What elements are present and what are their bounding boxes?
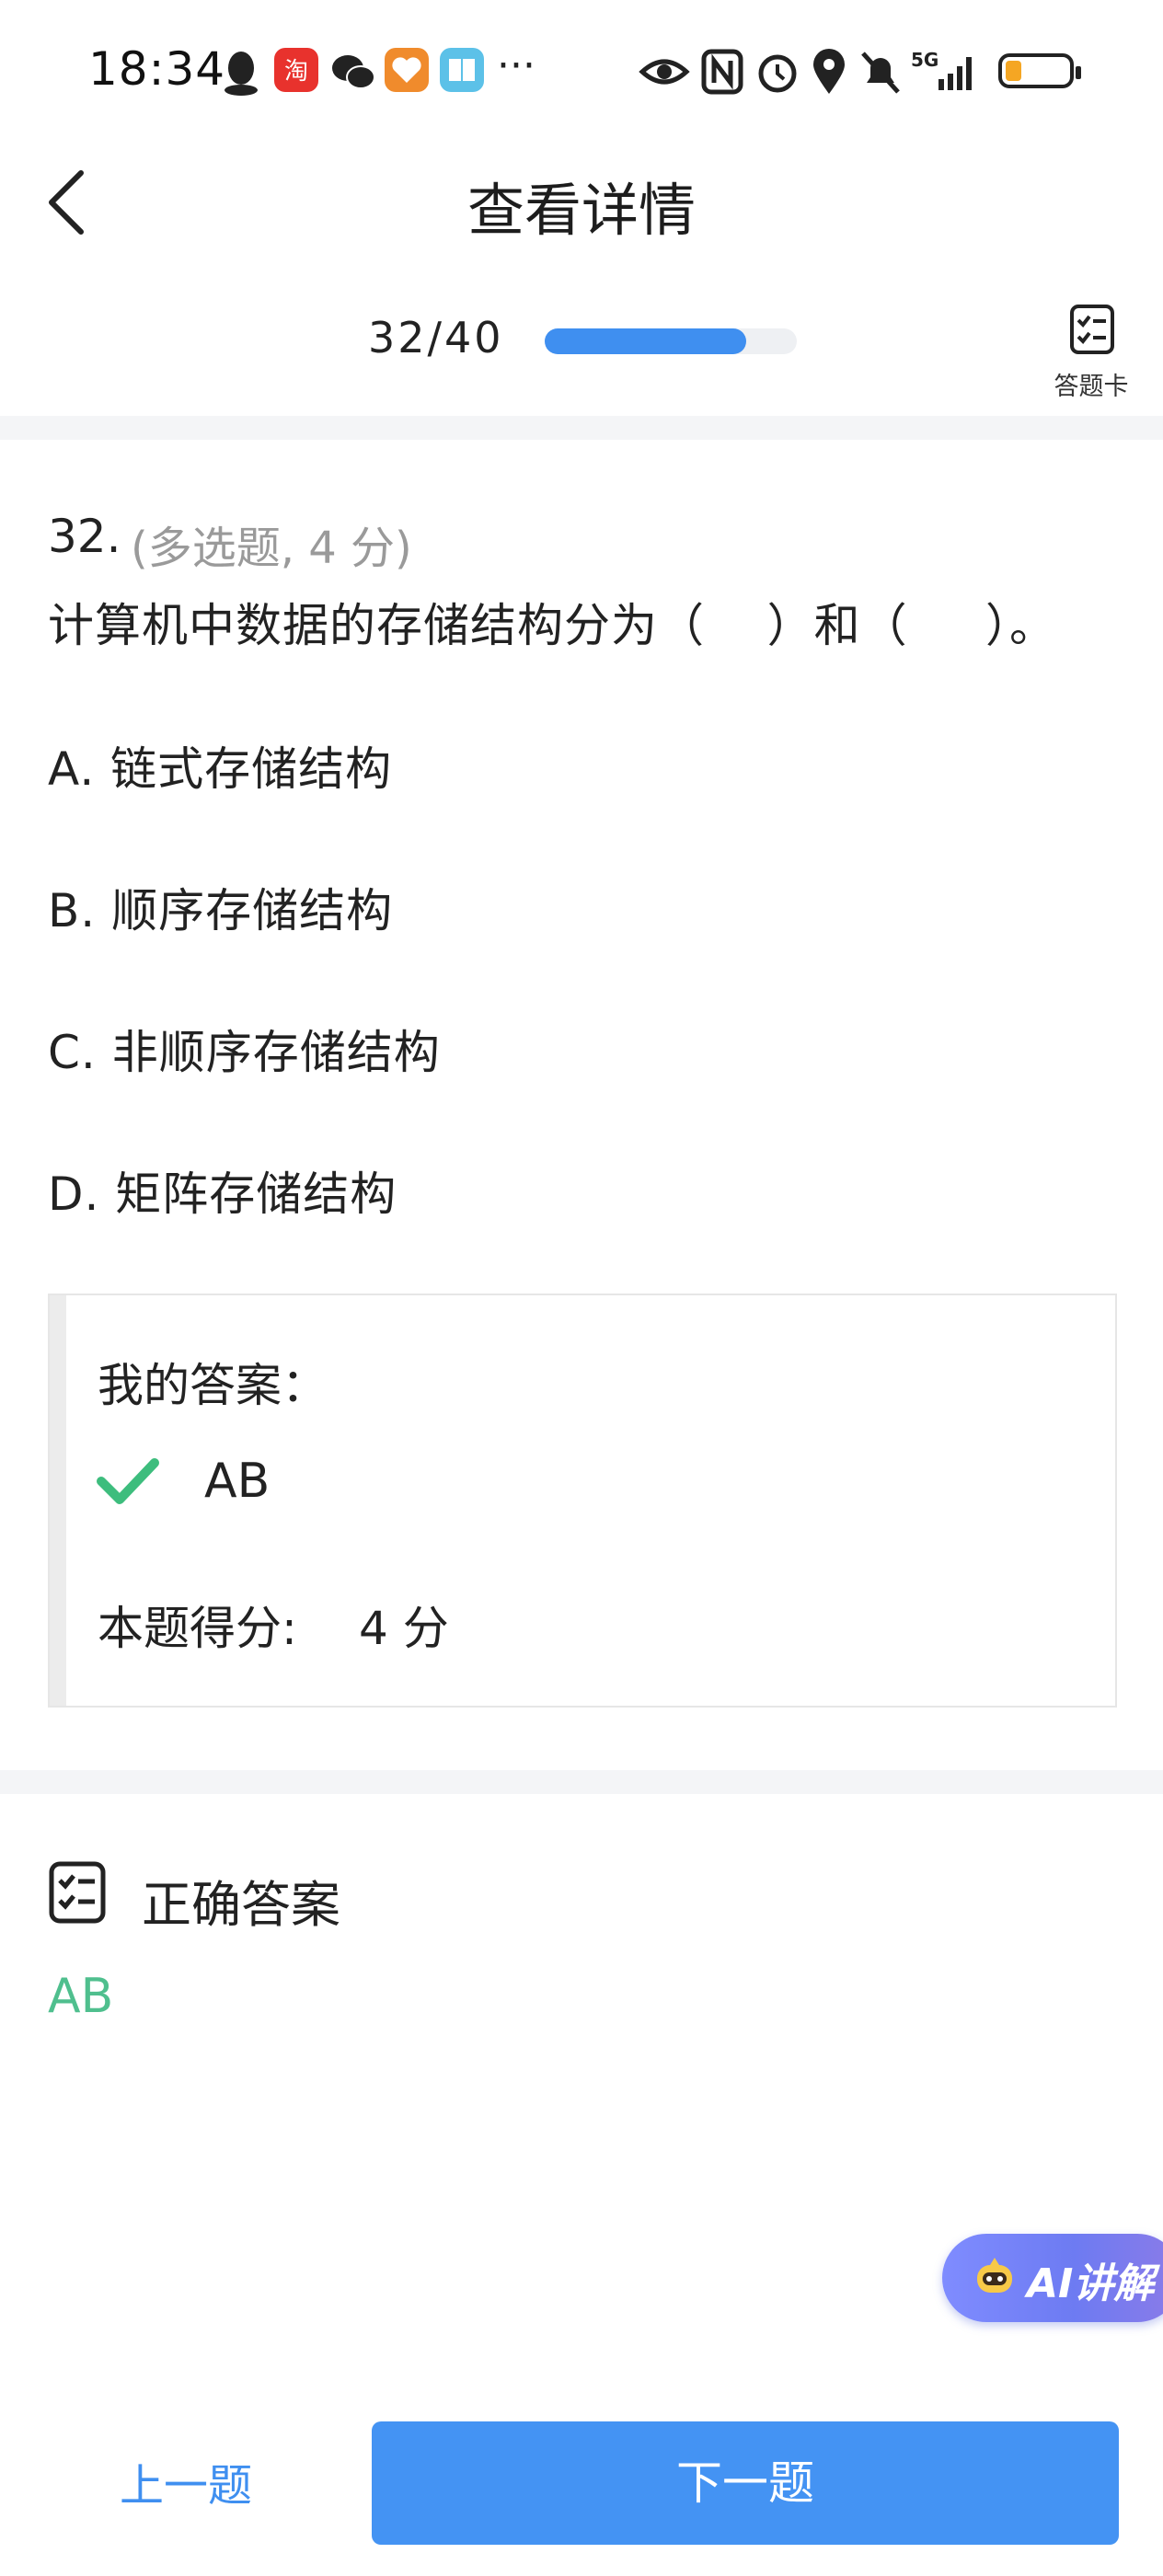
nfc-icon <box>701 49 743 95</box>
answer-card-label: 答题卡 <box>1054 373 1129 401</box>
signal-5g-icon: 5G <box>911 49 972 90</box>
correct-answer-checklist-icon <box>49 1861 106 1924</box>
option-d[interactable]: D. 矩阵存储结构 <box>48 1157 397 1224</box>
more-notifications: ··· <box>497 42 535 89</box>
battery-icon <box>998 53 1081 88</box>
ai-explain-button[interactable]: AI讲解 <box>942 2234 1163 2322</box>
option-b[interactable]: B. 顺序存储结构 <box>48 874 393 940</box>
battery-level <box>1006 61 1021 81</box>
next-question-button[interactable]: 下一题 <box>372 2421 1119 2545</box>
score-value: 4 分 <box>359 1602 449 1655</box>
correct-answer-value: AB <box>48 1969 114 2024</box>
question-progress-text: 32/40 <box>368 313 504 362</box>
mute-bell-icon <box>861 52 900 94</box>
alarm-icon <box>758 54 797 93</box>
my-answer-value: AB <box>204 1454 271 1509</box>
option-a[interactable]: A. 链式存储结构 <box>48 732 392 799</box>
qq-icon <box>225 52 258 96</box>
option-c[interactable]: C. 非顺序存储结构 <box>48 1016 441 1082</box>
location-icon <box>813 49 845 94</box>
status-bar: 18:34 淘 ··· 5G <box>0 0 1163 138</box>
previous-question-button[interactable]: 上一题 <box>48 2423 324 2548</box>
question-number: 32. <box>48 510 121 563</box>
checklist-icon <box>1070 305 1114 354</box>
svg-text:淘: 淘 <box>284 58 308 86</box>
check-icon <box>97 1458 159 1504</box>
status-time: 18:34 <box>88 42 226 96</box>
my-answer-label: 我的答案： <box>98 1359 328 1412</box>
section-divider <box>0 416 1163 440</box>
score-label: 本题得分: <box>98 1602 297 1655</box>
eye-icon <box>639 59 690 85</box>
ai-robot-icon <box>977 2258 1012 2293</box>
section-divider-2 <box>0 1770 1163 1794</box>
answer-card-button[interactable]: 答题卡 <box>1045 300 1137 401</box>
svg-text:5G: 5G <box>911 49 938 71</box>
wechat-icon <box>332 55 375 89</box>
taobao-app-icon: 淘 <box>274 48 318 92</box>
correct-answer-title: 正确答案 <box>142 1876 340 1934</box>
question-type-score: (多选题, 4 分) <box>131 523 412 574</box>
ai-explain-label: AI讲解 <box>1027 2260 1155 2307</box>
health-app-icon <box>385 48 429 92</box>
progress-fill <box>545 328 747 354</box>
progress-bar <box>545 328 797 354</box>
page-title: 查看详情 <box>466 177 696 244</box>
question-text: 计算机中数据的存储结构分为（ ）和（ ）。 <box>48 599 1057 652</box>
reader-app-icon <box>440 48 484 92</box>
